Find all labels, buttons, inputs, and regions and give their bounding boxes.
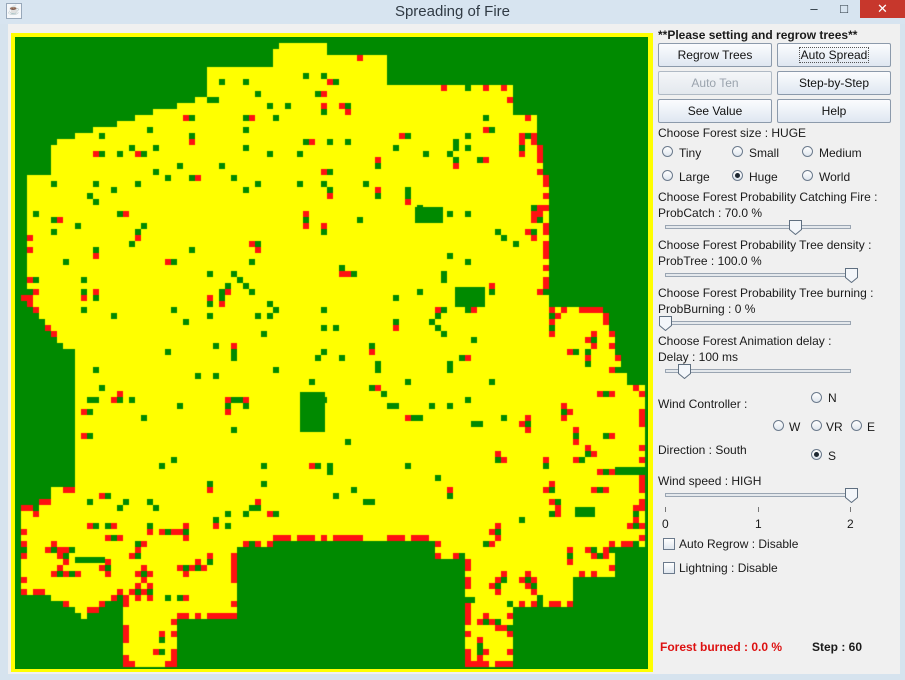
lightning-checkbox[interactable] xyxy=(663,562,675,574)
wind-speed-slider-thumb[interactable] xyxy=(845,488,858,504)
delay-slider-track[interactable] xyxy=(665,369,851,373)
wind-n-radio[interactable] xyxy=(811,392,822,403)
help-button[interactable]: Help xyxy=(777,99,891,123)
see-value-label: See Value xyxy=(687,104,743,118)
wind-w-radio[interactable] xyxy=(773,420,784,431)
step-by-step-label: Step-by-Step xyxy=(798,76,870,90)
wind-tick-label-1: 1 xyxy=(755,517,762,531)
window-client-area: **Please setting and regrow trees** Regr… xyxy=(8,24,900,674)
prob-catch-title: Choose Forest Probability Catching Fire … xyxy=(658,190,878,204)
prob-burning-slider-track[interactable] xyxy=(665,321,851,325)
lightning-label: Lightning : Disable xyxy=(679,561,778,575)
size-small-label: Small xyxy=(749,146,780,160)
step-counter: Step : 60 xyxy=(812,640,863,654)
size-large-radio[interactable] xyxy=(662,170,673,181)
minimize-button[interactable]: – xyxy=(800,0,828,18)
wind-vr-label: VR xyxy=(826,420,843,434)
wind-e-radio[interactable] xyxy=(851,420,862,431)
maximize-button[interactable]: □ xyxy=(830,0,858,18)
prob-catch-slider-track[interactable] xyxy=(665,225,851,229)
prob-burning-value-label: ProbBurning : 0 % xyxy=(658,302,756,316)
size-huge-label: Huge xyxy=(749,170,778,184)
wind-speed-label: Wind speed : HIGH xyxy=(658,474,762,488)
size-tiny-label: Tiny xyxy=(679,146,702,160)
see-value-button[interactable]: See Value xyxy=(658,99,772,123)
wind-direction-label: Direction : South xyxy=(658,443,747,457)
forest-size-label: Choose Forest size : HUGE xyxy=(658,126,807,140)
forest-burned-status: Forest burned : 0.0 % xyxy=(660,640,783,654)
prob-tree-value-label: ProbTree : 100.0 % xyxy=(658,254,762,268)
auto-ten-label: Auto Ten xyxy=(691,76,739,90)
wind-tick-0 xyxy=(665,507,666,512)
size-world-radio[interactable] xyxy=(802,170,813,181)
step-by-step-button[interactable]: Step-by-Step xyxy=(777,71,891,95)
size-world-label: World xyxy=(819,170,851,184)
auto-regrow-label: Auto Regrow : Disable xyxy=(679,537,799,551)
auto-spread-button[interactable]: Auto Spread xyxy=(777,43,891,67)
auto-spread-label: Auto Spread xyxy=(798,47,870,63)
prob-tree-title: Choose Forest Probability Tree density : xyxy=(658,238,872,252)
wind-tick-2 xyxy=(850,507,851,512)
prob-tree-slider-thumb[interactable] xyxy=(845,268,858,284)
size-small-radio[interactable] xyxy=(732,146,743,157)
regrow-trees-button[interactable]: Regrow Trees xyxy=(658,43,772,67)
delay-value-label: Delay : 100 ms xyxy=(658,350,739,364)
window-title: Spreading of Fire xyxy=(394,3,511,20)
wind-tick-label-2: 2 xyxy=(847,517,854,531)
wind-e-label: E xyxy=(867,420,876,434)
delay-slider-thumb[interactable] xyxy=(677,364,691,380)
delay-title: Choose Forest Animation delay : xyxy=(658,334,832,348)
close-button[interactable]: ✕ xyxy=(860,0,905,18)
size-tiny-radio[interactable] xyxy=(662,146,673,157)
forest-grid-canvas[interactable] xyxy=(15,37,648,669)
prob-catch-slider-thumb[interactable] xyxy=(789,220,803,236)
prob-burning-title: Choose Forest Probability Tree burning : xyxy=(658,286,874,300)
size-large-label: Large xyxy=(679,170,710,184)
control-panel: **Please setting and regrow trees** Regr… xyxy=(658,24,898,674)
wind-n-label: N xyxy=(828,391,837,405)
help-label: Help xyxy=(821,104,847,118)
regrow-trees-label: Regrow Trees xyxy=(677,48,753,62)
wind-s-label: S xyxy=(828,449,837,463)
prob-burning-slider-thumb[interactable] xyxy=(659,316,672,332)
auto-ten-button: Auto Ten xyxy=(658,71,772,95)
size-huge-radio[interactable] xyxy=(732,170,743,181)
wind-tick-1 xyxy=(758,507,759,512)
wind-w-label: W xyxy=(789,420,801,434)
wind-speed-slider-track[interactable] xyxy=(665,493,851,497)
size-medium-label: Medium xyxy=(819,146,862,160)
size-medium-radio[interactable] xyxy=(802,146,813,157)
wind-s-radio[interactable] xyxy=(811,449,822,460)
auto-regrow-checkbox[interactable] xyxy=(663,538,675,550)
forest-view xyxy=(11,33,653,672)
prob-tree-slider-track[interactable] xyxy=(665,273,851,277)
wind-vr-radio[interactable] xyxy=(811,420,822,431)
title-bar: ☕ Spreading of Fire – □ ✕ xyxy=(0,0,905,24)
panel-header: **Please setting and regrow trees** xyxy=(658,28,858,42)
wind-tick-label-0: 0 xyxy=(662,517,669,531)
wind-controller-label: Wind Controller : xyxy=(658,397,748,411)
prob-catch-value-label: ProbCatch : 70.0 % xyxy=(658,206,763,220)
